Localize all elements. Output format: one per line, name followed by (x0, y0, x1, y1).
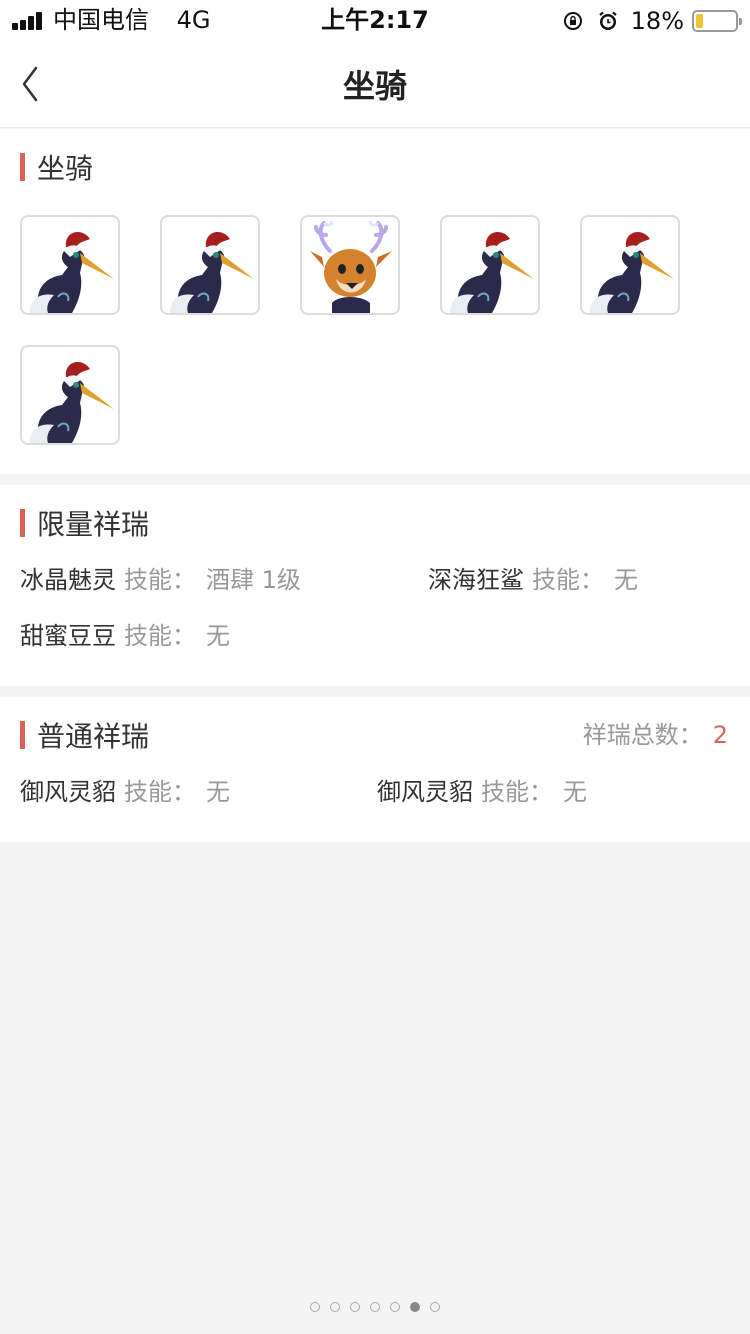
pet-entry[interactable]: 冰晶魅灵 技能： 酒肆 1级 (20, 564, 301, 596)
pet-entry[interactable]: 甜蜜豆豆 技能： 无 (20, 620, 230, 652)
section-accent-bar (20, 153, 25, 181)
skill-value: 酒肆 1级 (206, 566, 301, 594)
status-bar: 中国电信 4G 上午2:17 18% (0, 0, 750, 40)
crane-mount-icon (450, 232, 534, 313)
pet-name: 御风灵貂 (20, 778, 116, 806)
pet-name: 深海狂鲨 (428, 566, 524, 594)
skill-label: 技能： (481, 778, 553, 806)
battery-percent: 18% (630, 7, 684, 35)
limited-pets-section: 限量祥瑞 冰晶魅灵 技能： 酒肆 1级 深海狂鲨 技能：无 甜蜜豆豆 技能：无 (0, 485, 750, 686)
skill-label: 技能： (124, 778, 196, 806)
battery-icon (692, 10, 742, 32)
skill-value: 无 (206, 778, 230, 806)
section-header: 坐骑 (20, 150, 94, 185)
page-indicator[interactable] (0, 1302, 750, 1312)
nav-bar: 坐骑 (0, 40, 750, 128)
status-right: 18% (563, 6, 742, 36)
page-dot[interactable] (410, 1302, 420, 1312)
section-header: 限量祥瑞 (20, 506, 150, 541)
crane-mount-icon (30, 362, 114, 443)
mount-item[interactable] (160, 215, 260, 315)
page-dot[interactable] (390, 1302, 400, 1312)
pet-entry[interactable]: 御风灵貂 技能： 无 (377, 776, 587, 808)
page-dot[interactable] (330, 1302, 340, 1312)
page-dot[interactable] (350, 1302, 360, 1312)
total-label: 祥瑞总数： (582, 721, 703, 749)
alarm-icon (598, 11, 617, 30)
total-value: 2 (712, 721, 728, 749)
section-title: 坐骑 (37, 152, 94, 185)
mounts-section: 坐骑 (0, 129, 750, 474)
pet-name: 冰晶魅灵 (20, 566, 116, 594)
mount-item[interactable] (580, 215, 680, 315)
mount-item[interactable] (300, 215, 400, 315)
pet-entry[interactable]: 御风灵貂 技能： 无 (20, 776, 230, 808)
page-dot[interactable] (430, 1302, 440, 1312)
crane-mount-icon (170, 232, 254, 313)
deer-mount-icon (310, 220, 392, 313)
pet-total-count: 祥瑞总数： 2 (583, 719, 728, 751)
rotation-lock-icon (563, 12, 582, 30)
pet-entry[interactable]: 深海狂鲨 技能： 无 (428, 564, 638, 596)
skill-label: 技能： (124, 622, 196, 650)
section-accent-bar (20, 721, 25, 749)
skill-label: 技能： (124, 566, 196, 594)
skill-label: 技能： (532, 566, 604, 594)
section-header: 普通祥瑞 (20, 718, 150, 753)
mount-item[interactable] (20, 345, 120, 445)
skill-value: 无 (614, 566, 638, 594)
pet-name: 甜蜜豆豆 (20, 622, 116, 650)
section-title: 普通祥瑞 (37, 720, 150, 753)
pet-name: 御风灵貂 (377, 778, 473, 806)
skill-value: 无 (563, 778, 587, 806)
crane-mount-icon (590, 232, 674, 313)
page-title: 坐骑 (342, 67, 407, 105)
section-accent-bar (20, 509, 25, 537)
mount-item[interactable] (20, 215, 120, 315)
normal-pets-section: 普通祥瑞 祥瑞总数： 2 御风灵貂 技能：无 御风灵貂 技能：无 (0, 697, 750, 842)
crane-mount-icon (30, 232, 114, 313)
page-dot[interactable] (310, 1302, 320, 1312)
mount-item[interactable] (440, 215, 540, 315)
skill-value: 无 (206, 622, 230, 650)
page-dot[interactable] (370, 1302, 380, 1312)
section-title: 限量祥瑞 (37, 508, 150, 541)
